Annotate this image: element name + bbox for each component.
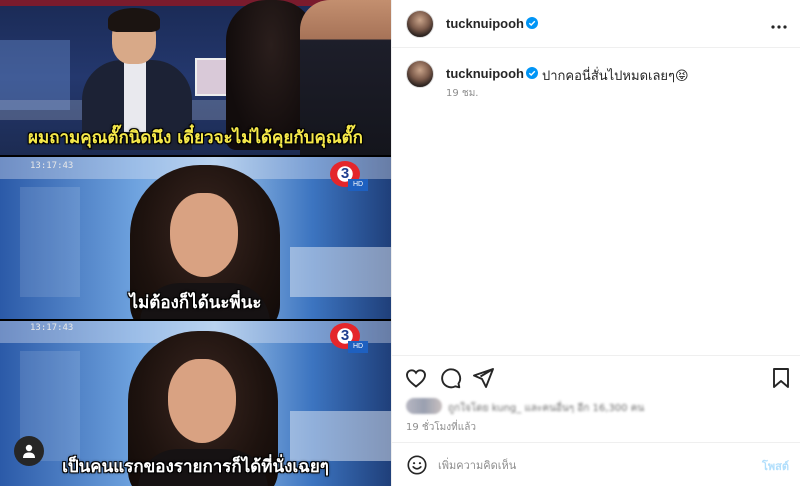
frame-1-subtitle: ผมถามคุณตั๊กนิดนึง เดี๋ยวจะไม่ได้คุยกับค… xyxy=(28,128,363,148)
channel-hd-tag: HD xyxy=(348,341,368,353)
post-timestamp: 19 ชั่วโมงที่แล้ว xyxy=(406,422,476,433)
heart-icon[interactable] xyxy=(404,366,428,390)
verified-badge-icon xyxy=(526,17,538,29)
caption-time: 19 ชม. xyxy=(446,88,479,99)
user-icon xyxy=(23,444,35,458)
comment-bar: โพสต์ xyxy=(392,442,800,486)
media-frame-3: 13:17:43 3 HD เป็นคนแรกของรายการก็ได้ที่… xyxy=(0,321,391,486)
post-media[interactable]: ผมถามคุณตั๊กนิดนึง เดี๋ยวจะไม่ได้คุยกับค… xyxy=(0,0,391,486)
more-icon xyxy=(771,25,787,29)
frame-2-timestamp: 13:17:43 xyxy=(30,161,74,171)
comment-input[interactable] xyxy=(438,455,728,475)
emoji-icon[interactable] xyxy=(406,454,428,476)
likes-text: ถูกใจโดย kung_ และคนอื่นๆ อีก 16,300 คน xyxy=(448,403,645,414)
comment-icon[interactable] xyxy=(438,366,462,390)
share-icon[interactable] xyxy=(471,366,495,390)
frame-2-subtitle: ไม่ต้องก็ได้นะพี่นะ xyxy=(129,293,262,313)
header-username[interactable]: tucknuipooh xyxy=(446,16,524,31)
caption-text: ปากคอนี่สั่นไปหมดเลยๆ😝 xyxy=(542,69,689,84)
caption-username[interactable]: tucknuipooh xyxy=(446,66,524,81)
action-bar xyxy=(392,355,800,400)
bookmark-icon[interactable] xyxy=(769,366,793,390)
host-figure xyxy=(82,8,192,150)
more-options-button[interactable] xyxy=(771,14,787,33)
desk-monitor xyxy=(195,58,229,96)
post-sidebar: tucknuipooh tucknuipooh ปากคอนี่สั่นไปหม… xyxy=(391,0,800,486)
likes-summary[interactable]: ถูกใจโดย kung_ และคนอื่นๆ อีก 16,300 คน xyxy=(406,398,706,416)
media-frame-1: ผมถามคุณตั๊กนิดนึง เดี๋ยวจะไม่ได้คุยกับค… xyxy=(0,0,391,155)
media-frame-2: 13:17:43 3 HD ไม่ต้องก็ได้นะพี่นะ xyxy=(0,157,391,319)
avatar[interactable] xyxy=(406,60,434,88)
tagged-users-button[interactable] xyxy=(14,436,44,466)
post-header: tucknuipooh xyxy=(392,0,800,48)
liker-avatars xyxy=(406,398,442,414)
frame-3-timestamp: 13:17:43 xyxy=(30,323,74,333)
channel-hd-tag: HD xyxy=(348,179,368,191)
frame-3-subtitle: เป็นคนแรกของรายการก็ได้ที่นั่งเฉยๆ xyxy=(62,457,329,477)
post-comment-button[interactable]: โพสต์ xyxy=(762,457,789,475)
avatar[interactable] xyxy=(406,10,434,38)
verified-badge-icon xyxy=(526,67,538,79)
